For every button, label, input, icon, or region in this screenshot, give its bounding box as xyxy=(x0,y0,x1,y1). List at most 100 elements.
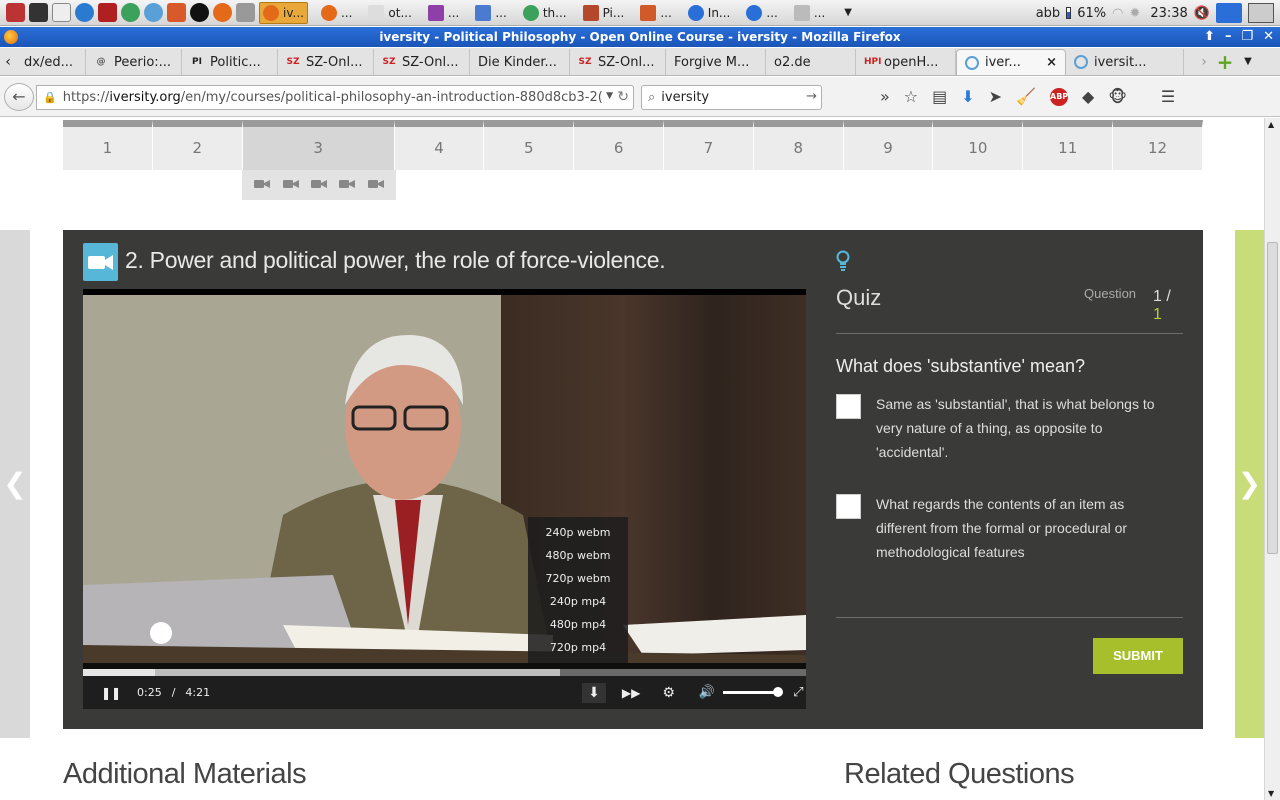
new-tab-icon[interactable]: + xyxy=(1212,49,1238,75)
tab-scroll-left-icon[interactable]: ‹ xyxy=(0,49,16,75)
taskbar-app-button[interactable]: Pi... xyxy=(580,2,628,24)
browser-tab[interactable]: dx/ed... xyxy=(16,49,86,75)
overflow-chevron-icon[interactable]: » xyxy=(880,87,890,106)
taskbar-app-button[interactable]: th... xyxy=(520,2,570,24)
step-10[interactable]: 10 xyxy=(933,120,1024,170)
files-launcher-icon[interactable] xyxy=(236,3,255,22)
browser-tab[interactable]: @ Peerio:... xyxy=(86,49,182,75)
reload-icon[interactable]: ↻ xyxy=(617,89,629,105)
search-input[interactable]: iversity xyxy=(661,90,709,105)
menu-icon[interactable]: ☰ xyxy=(1161,87,1175,106)
taskbar-menu-arrow[interactable]: ▼ xyxy=(844,7,852,18)
editor-launcher-icon[interactable] xyxy=(52,3,71,22)
tab-scroll-right-icon[interactable]: › xyxy=(1196,49,1212,75)
browser-tab[interactable]: Oiver... × xyxy=(956,49,1066,75)
adblock-icon[interactable]: ABP xyxy=(1050,87,1068,106)
scroll-down-icon[interactable]: ▼ xyxy=(1268,789,1274,798)
video-player[interactable]: 240p webm 480p webm 720p webm 240p mp4 480p … xyxy=(83,289,806,709)
taskbar-app-button[interactable]: ... xyxy=(637,2,674,24)
search-bar[interactable]: ⌕ iversity → xyxy=(641,85,822,110)
taskbar-app-button[interactable]: ... xyxy=(472,2,509,24)
mendeley-launcher-icon[interactable] xyxy=(98,3,117,22)
send-icon[interactable]: ➤ xyxy=(989,87,1002,106)
previous-lecture-button[interactable]: ❮ xyxy=(0,230,30,738)
page-scrollbar[interactable]: ▲ ▼ xyxy=(1264,118,1280,800)
lightbulb-icon[interactable] xyxy=(836,250,850,272)
tab-list-icon[interactable]: ▼ xyxy=(1238,49,1258,75)
step-5[interactable]: 5 xyxy=(484,120,575,170)
browser-tab[interactable]: Forgive M... xyxy=(666,49,766,75)
step-11[interactable]: 11 xyxy=(1023,120,1114,170)
step-7[interactable]: 7 xyxy=(664,120,754,170)
tab-close-icon[interactable]: × xyxy=(1046,55,1057,70)
fullscreen-icon[interactable]: ⤢ xyxy=(793,685,803,700)
minimize-icon[interactable]: – xyxy=(1225,29,1232,44)
taskbar-app-button[interactable]: iv... xyxy=(259,1,308,24)
quality-option[interactable]: 720p mp4 xyxy=(528,641,628,654)
firefox-launcher-icon[interactable] xyxy=(213,3,232,22)
reading-list-icon[interactable]: ▤ xyxy=(932,87,947,106)
browser-tab[interactable]: Oiversit... xyxy=(1066,49,1184,75)
browser-tab[interactable]: SZ SZ-Onl... xyxy=(570,49,666,75)
browser-tab[interactable]: SZ SZ-Onl... xyxy=(278,49,374,75)
video-icon[interactable] xyxy=(254,178,271,193)
next-lecture-button[interactable]: ❯ xyxy=(1235,230,1264,738)
browser-tab[interactable]: HPI openH... xyxy=(856,49,956,75)
browser-tab[interactable]: SZ SZ-Onl... xyxy=(374,49,470,75)
download-icon[interactable]: ⬇ xyxy=(582,682,606,703)
xmind-launcher-icon[interactable] xyxy=(167,3,186,22)
step-12[interactable]: 12 xyxy=(1113,120,1203,170)
anki-launcher-icon[interactable] xyxy=(190,3,209,22)
taskbar-app-button[interactable]: ot... xyxy=(365,2,415,24)
close-icon[interactable]: ✕ xyxy=(1263,29,1274,44)
app-launcher-icon[interactable] xyxy=(6,3,25,22)
step-6[interactable]: 6 xyxy=(574,120,665,170)
step-2[interactable]: 2 xyxy=(152,120,243,170)
step-8[interactable]: 8 xyxy=(753,120,844,170)
maximize-icon[interactable]: ❐ xyxy=(1241,29,1253,44)
firefox-tray-icon[interactable] xyxy=(1216,3,1242,23)
globe-launcher-icon[interactable] xyxy=(144,3,163,22)
quality-option[interactable]: 720p webm xyxy=(528,572,628,585)
browser-tab[interactable]: o2.de xyxy=(766,49,856,75)
video-progress-bar[interactable] xyxy=(83,669,806,676)
url-bar[interactable]: 🔒 https:// iversity.org /en/my/courses/p… xyxy=(36,85,634,110)
brightness-icon[interactable]: ✹ xyxy=(1129,6,1140,21)
taskbar-app-button[interactable]: In... xyxy=(685,2,734,24)
taskbar-app-button[interactable]: ... xyxy=(743,2,780,24)
scroll-up-icon[interactable]: ▲ xyxy=(1268,120,1274,129)
search-go-icon[interactable]: → xyxy=(806,89,817,104)
taskbar-app-button[interactable]: ... xyxy=(318,2,355,24)
clock[interactable]: 23:38 xyxy=(1150,6,1187,21)
chromium-launcher-icon[interactable] xyxy=(75,3,94,22)
terminal-tray-icon[interactable] xyxy=(1248,3,1274,23)
step-4[interactable]: 4 xyxy=(394,120,485,170)
greasemonkey-icon[interactable]: 🐵 xyxy=(1108,87,1127,106)
back-button[interactable]: ← xyxy=(4,83,34,111)
step-3[interactable]: 3 xyxy=(242,120,395,170)
scrollbar-thumb[interactable] xyxy=(1267,242,1278,554)
mute-icon[interactable]: 🔇 xyxy=(1194,6,1210,21)
chrome-launcher-icon[interactable] xyxy=(121,3,140,22)
submit-button[interactable]: SUBMIT xyxy=(1093,638,1183,674)
step-9[interactable]: 9 xyxy=(843,120,934,170)
terminal-launcher-icon[interactable] xyxy=(29,3,48,22)
pause-icon[interactable]: ❚❚ xyxy=(101,686,121,700)
answer-checkbox[interactable] xyxy=(836,394,861,419)
browser-tab[interactable]: Die Kinder... xyxy=(470,49,570,75)
settings-gear-icon[interactable]: ⚙ xyxy=(662,685,675,701)
download-icon[interactable]: ⬇ xyxy=(961,87,974,106)
wifi-icon[interactable]: ◠ xyxy=(1112,6,1123,21)
quality-option[interactable]: 480p webm xyxy=(528,549,628,562)
video-icon[interactable] xyxy=(310,178,327,193)
answer-checkbox[interactable] xyxy=(836,494,861,519)
video-icon[interactable] xyxy=(367,178,384,193)
window-arrow-up-icon[interactable]: ⬆ xyxy=(1204,29,1215,44)
broom-icon[interactable]: 🧹 xyxy=(1016,87,1036,106)
taskbar-app-button[interactable]: ... xyxy=(425,2,462,24)
video-icon[interactable] xyxy=(339,178,356,193)
quality-option[interactable]: 240p webm xyxy=(528,526,628,539)
video-icon[interactable] xyxy=(282,178,299,193)
step-1[interactable]: 1 xyxy=(63,120,153,170)
quality-option[interactable]: 480p mp4 xyxy=(528,618,628,631)
